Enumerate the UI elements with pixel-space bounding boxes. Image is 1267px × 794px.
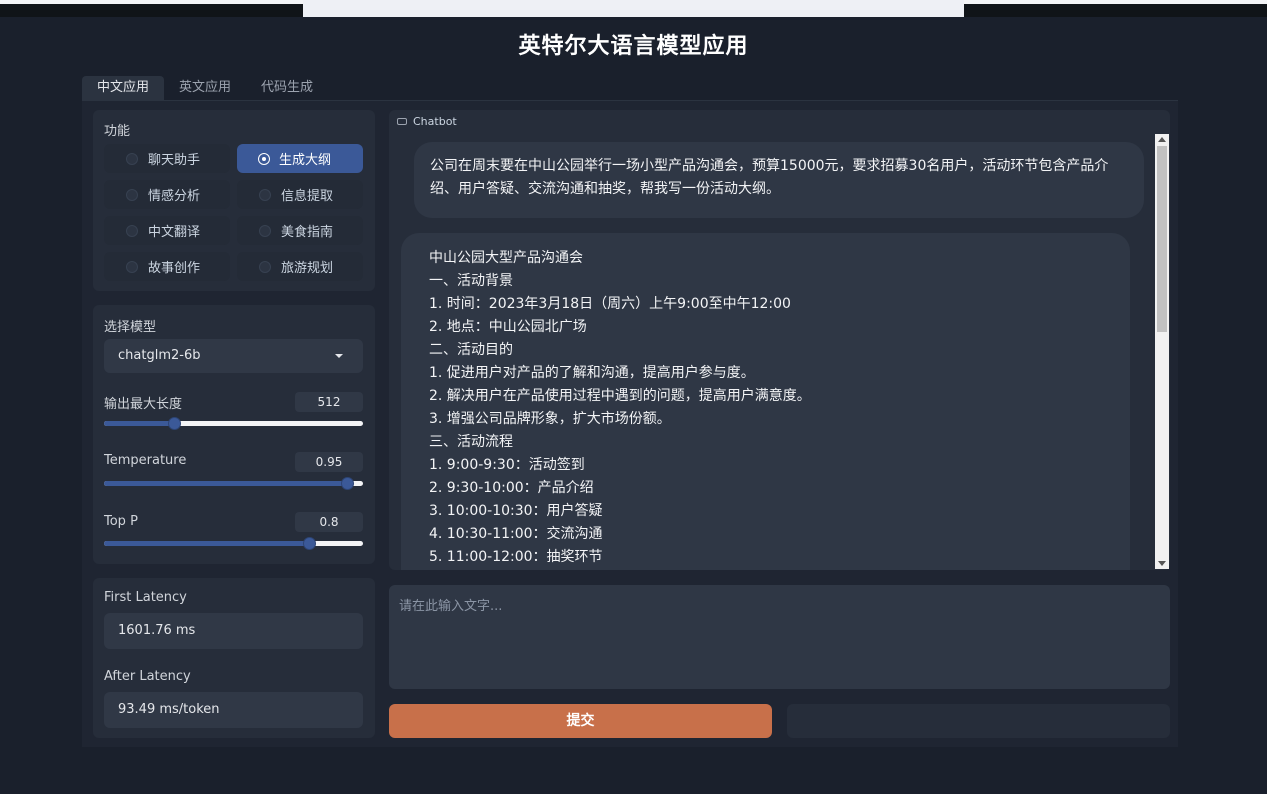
- slider-thumb[interactable]: [168, 417, 181, 430]
- max-length-value[interactable]: 512: [295, 392, 363, 412]
- radio-generate-outline[interactable]: 生成大纲: [237, 144, 363, 173]
- radio-dot-icon: [259, 224, 271, 237]
- slider-thumb[interactable]: [341, 477, 354, 490]
- scroll-down-icon[interactable]: [1158, 561, 1166, 566]
- radio-food-guide[interactable]: 美食指南: [237, 216, 363, 245]
- radio-dot-icon: [126, 224, 138, 237]
- tab-code[interactable]: 代码生成: [246, 76, 328, 100]
- model-dropdown[interactable]: chatglm2-6b: [104, 339, 363, 373]
- temperature-slider[interactable]: [104, 477, 363, 490]
- top-p-label: Top P: [104, 514, 138, 529]
- chatbot-header: Chatbot: [397, 115, 457, 128]
- slider-fill: [104, 481, 347, 486]
- max-length-slider[interactable]: [104, 417, 363, 430]
- app-title: 英特尔大语言模型应用: [518, 34, 749, 59]
- radio-dot-icon: [259, 188, 271, 201]
- radio-chinese-translation[interactable]: 中文翻译: [104, 216, 230, 245]
- chevron-down-icon: [335, 354, 343, 358]
- radio-dot-icon: [126, 152, 138, 165]
- temperature-value[interactable]: 0.95: [295, 452, 363, 472]
- first-latency-label: First Latency: [104, 590, 187, 605]
- after-latency-value: 93.49 ms/token: [104, 692, 363, 728]
- radio-dot-icon: [126, 260, 138, 273]
- function-label: 功能: [104, 124, 131, 139]
- submit-button[interactable]: 提交: [389, 704, 772, 738]
- browser-address-area: [303, 0, 964, 17]
- radio-dot-icon: [259, 260, 271, 273]
- window-controls-area: [964, 0, 1267, 4]
- radio-info-extraction[interactable]: 信息提取: [237, 180, 363, 209]
- scroll-thumb[interactable]: [1157, 146, 1167, 332]
- temperature-label: Temperature: [104, 453, 187, 468]
- tab-chinese[interactable]: 中文应用: [82, 76, 165, 100]
- top-p-slider[interactable]: [104, 537, 363, 550]
- scroll-up-icon[interactable]: [1158, 137, 1166, 142]
- tab-bar: 中文应用 英文应用 代码生成: [82, 76, 328, 100]
- secondary-button[interactable]: [787, 704, 1170, 738]
- window-title-area: [0, 0, 303, 4]
- user-message: 公司在周末要在中山公园举行一场小型产品沟通会，预算15000元，要求招募30名用…: [414, 142, 1144, 218]
- radio-travel-planning[interactable]: 旅游规划: [237, 252, 363, 281]
- chat-scrollbar[interactable]: [1155, 134, 1169, 569]
- radio-dot-icon: [126, 188, 138, 201]
- first-latency-value: 1601.76 ms: [104, 613, 363, 649]
- slider-thumb[interactable]: [303, 537, 316, 550]
- slider-fill: [104, 541, 309, 546]
- max-length-label: 输出最大长度: [104, 397, 183, 412]
- radio-chat-assistant[interactable]: 聊天助手: [104, 144, 230, 173]
- top-p-value[interactable]: 0.8: [295, 512, 363, 532]
- tab-english[interactable]: 英文应用: [164, 76, 246, 100]
- after-latency-label: After Latency: [104, 669, 191, 684]
- radio-dot-icon: [259, 153, 269, 164]
- model-label: 选择模型: [104, 320, 157, 335]
- bot-message: 中山公园大型产品沟通会 一、活动背景 1. 时间：2023年3月18日（周六）上…: [401, 233, 1130, 570]
- message-input[interactable]: [389, 585, 1170, 689]
- radio-story-creation[interactable]: 故事创作: [104, 252, 230, 281]
- chatbot-panel: Chatbot 公司在周末要在中山公园举行一场小型产品沟通会，预算15000元，…: [389, 110, 1170, 570]
- radio-sentiment-analysis[interactable]: 情感分析: [104, 180, 230, 209]
- chat-icon: [397, 118, 407, 125]
- slider-fill: [104, 421, 174, 426]
